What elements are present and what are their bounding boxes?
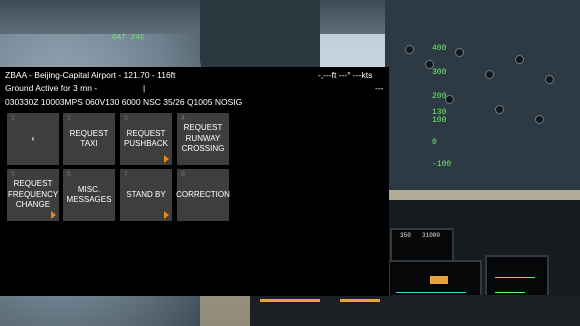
menu-item-label: MISC. MESSAGES <box>66 184 112 205</box>
hud-oat-readout: OAT 24C <box>112 34 145 42</box>
panel-strip <box>340 299 380 302</box>
back-button[interactable]: 1 ‹ <box>7 113 59 165</box>
menu-item-label: CORRECTION <box>176 189 230 199</box>
hud-scale-label: -100 <box>432 160 452 169</box>
hud-scale-label: 300 <box>432 68 447 77</box>
hud-speed-scale: 400 300 200 130 100 0 -100 <box>380 28 500 198</box>
overhead-knob <box>515 55 524 64</box>
submenu-arrow-icon <box>164 155 169 163</box>
menu-item-label: STAND BY <box>126 189 166 199</box>
hud-scale-label: 100 <box>432 116 447 125</box>
menu-item-label: REQUEST RUNWAY CROSSING <box>181 123 225 154</box>
request-taxi-button[interactable]: 2 REQUEST TAXI <box>63 113 115 165</box>
eicas-line <box>495 277 535 278</box>
overhead-knob <box>535 115 544 124</box>
lcd-value-right: 31000 <box>422 232 441 239</box>
hud-scale-label: 200 <box>432 92 447 101</box>
request-frequency-change-button[interactable]: 5 REQUEST FREQUENCY CHANGE <box>7 169 59 221</box>
nd-trace <box>396 292 466 293</box>
submenu-arrow-icon <box>51 211 56 219</box>
hud-scale-label: 400 <box>432 44 447 53</box>
atc-window: ZBAA - Beijing-Capital Airport - 121.70 … <box>0 67 389 296</box>
menu-item-label: REQUEST TAXI <box>69 128 109 149</box>
airport-info: ZBAA - Beijing-Capital Airport - 121.70 … <box>5 70 176 80</box>
atc-status-right: --- <box>375 83 384 93</box>
lcd-value-left: 350 <box>400 232 411 239</box>
submenu-arrow-icon <box>164 211 169 219</box>
menu-item-label: REQUEST PUSHBACK <box>123 128 168 149</box>
lower-panel <box>250 295 580 326</box>
eicas-line <box>495 292 525 293</box>
correction-button[interactable]: 8 CORRECTION <box>176 169 230 221</box>
nd-aircraft-symbol <box>430 276 448 284</box>
panel-strip <box>260 299 320 302</box>
stand-by-button[interactable]: 7 STAND BY <box>120 169 172 221</box>
request-pushback-button[interactable]: 3 REQUEST PUSHBACK <box>120 113 172 165</box>
hud-scale-label: 0 <box>432 138 437 147</box>
overhead-knob <box>545 75 554 84</box>
atc-status: Ground Active for 3 mn - <box>5 83 98 93</box>
request-runway-crossing-button[interactable]: 4 REQUEST RUNWAY CROSSING <box>177 113 229 165</box>
back-arrow-icon: ‹ <box>31 133 35 143</box>
menu-item-label: REQUEST FREQUENCY CHANGE <box>7 179 59 210</box>
altitude-heading-speed-readout: -,---ft ---° ---kts <box>318 70 373 80</box>
atc-status-marker: | <box>143 83 146 93</box>
misc-messages-button[interactable]: 6 MISC. MESSAGES <box>63 169 115 221</box>
metar-report: 030330Z 10003MPS 060V130 6000 NSC 35/26 … <box>5 97 243 107</box>
